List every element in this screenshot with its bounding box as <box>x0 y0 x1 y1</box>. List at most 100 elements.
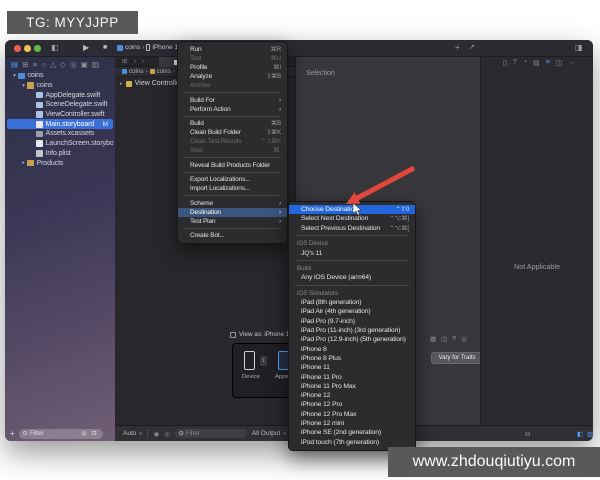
file-row-appdelegate-swift[interactable]: AppDelegate.swift <box>7 90 113 100</box>
disclosure-icon[interactable]: ▸ <box>20 160 27 166</box>
menu-item-test-plan[interactable]: Test Plan › <box>178 217 287 226</box>
file-row-coins[interactable]: ▾ coins <box>7 71 113 81</box>
scheme-selector[interactable]: coins › iPhone 11 <box>117 44 181 51</box>
back-icon[interactable]: ‹ <box>134 57 136 67</box>
resolve-icon[interactable]: ◎ <box>461 335 467 343</box>
submenu-item-ipad-air-4th-generation[interactable]: iPad Air (4th generation) <box>289 307 415 316</box>
breakpoints-toggle-icon[interactable]: ◉ <box>153 430 159 438</box>
submenu-item-select-previous-destination[interactable]: Select Previous Destination ⌃⌥⌘[ <box>289 224 415 233</box>
submenu-item-iphone-8[interactable]: iPhone 8 <box>289 344 415 353</box>
breakpoint-navigator-icon[interactable]: ▣ <box>81 59 88 70</box>
menu-item-perform-action[interactable]: Perform Action › <box>178 105 287 114</box>
run-button[interactable]: ▶ <box>83 44 89 52</box>
file-row-info-plist[interactable]: Info.plist <box>7 149 113 159</box>
submenu-item-jq-s-11[interactable]: JQ's 11 <box>289 248 415 257</box>
vary-for-traits-button[interactable]: Vary for Traits <box>431 352 483 364</box>
debug-filter-input[interactable] <box>185 430 232 437</box>
file-row-coins[interactable]: ▾ coins <box>7 81 113 91</box>
connections-inspector-icon[interactable]: → <box>568 59 575 67</box>
file-row-viewcontroller-swift[interactable]: ViewController.swift <box>7 110 113 120</box>
submenu-item-select-next-destination[interactable]: Select Next Destination ⌃⌥⌘] <box>289 214 415 223</box>
auto-variables-dropdown[interactable]: Auto ∨ <box>123 430 142 437</box>
menu-item-create-bot[interactable]: Create Bot... <box>178 231 287 240</box>
submenu-item-ipad-pro-11-inch-3rd-generation[interactable]: iPad Pro (11-inch) (3rd generation) <box>289 326 415 335</box>
submenu-item-iphone-se-2nd-generation[interactable]: iPhone SE (2nd generation) <box>289 428 415 437</box>
inspector-toggle-icon[interactable]: ◨ <box>575 44 583 52</box>
menu-item-build[interactable]: Build ⌘B <box>178 119 287 128</box>
identity-inspector-icon[interactable]: ▤ <box>533 59 540 67</box>
quick-help-inspector-icon[interactable]: ? <box>513 59 517 67</box>
source-control-navigator-icon[interactable]: ⊞ <box>22 59 28 70</box>
menu-item-run[interactable]: Run ⌘R <box>178 45 287 54</box>
stop-button[interactable]: ■ <box>103 44 107 52</box>
submenu-item-any-ios-device-arm64[interactable]: Any iOS Device (arm64) <box>289 273 415 282</box>
forward-icon[interactable]: › <box>142 57 144 67</box>
all-output-dropdown[interactable]: All Output ∨ <box>252 430 287 437</box>
add-file-button[interactable]: + <box>10 429 15 438</box>
close-window-button[interactable] <box>14 45 21 52</box>
report-navigator-icon[interactable]: ▥ <box>92 59 99 70</box>
issue-navigator-icon[interactable]: △ <box>50 59 56 70</box>
tab-overview-icon[interactable]: ⊞ <box>122 57 127 67</box>
embed-icon[interactable]: ▦ <box>430 335 436 343</box>
chevron-icon: › <box>142 44 145 51</box>
console-area-toggle-icon[interactable]: ▥ <box>587 430 593 438</box>
file-row-main-storyboard[interactable]: Main.storyboard M <box>7 119 113 130</box>
file-row-products[interactable]: ▸ Products <box>7 158 113 168</box>
submenu-item-ipad-pro-12-9-inch-5th-generation[interactable]: iPad Pro (12.9-inch) (5th generation) <box>289 335 415 344</box>
size-inspector-icon[interactable]: ◫ <box>556 59 563 67</box>
disclosure-icon[interactable]: ▾ <box>11 73 18 79</box>
submenu-item-iphone-11-pro[interactable]: iPhone 11 Pro <box>289 372 415 381</box>
menu-item-clean-build-folder[interactable]: Clean Build Folder ⇧⌘K <box>178 128 287 137</box>
menu-item-export-localizations[interactable]: Export Localizations... <box>178 175 287 184</box>
recent-files-filter-icon[interactable]: ◎ <box>81 430 86 437</box>
debug-navigator-icon[interactable]: ◎ <box>70 59 77 70</box>
align-icon[interactable]: ◫ <box>441 335 447 343</box>
device-phone-icon[interactable] <box>244 351 255 370</box>
menu-item-reveal-build-products-folder[interactable]: Reveal Build Products Folder <box>178 161 287 170</box>
code-review-icon[interactable]: ↗ <box>469 44 475 52</box>
menu-item-profile[interactable]: Profile ⌘I <box>178 63 287 72</box>
menu-item-analyze[interactable]: Analyze ⇧⌘B <box>178 72 287 81</box>
symbol-navigator-icon[interactable]: ≡ <box>33 59 37 70</box>
submenu-item-iphone-11-pro-max[interactable]: iPhone 11 Pro Max <box>289 382 415 391</box>
disclosure-icon[interactable]: ▾ <box>20 83 27 89</box>
menu-item-destination[interactable]: Destination › <box>178 207 287 217</box>
submenu-item-iphone-12-mini[interactable]: iPhone 12 mini <box>289 419 415 428</box>
submenu-item-iphone-8-plus[interactable]: iPhone 8 Plus <box>289 354 415 363</box>
pin-icon[interactable]: ≡ <box>452 335 456 343</box>
debug-filter-field[interactable]: ⊙ <box>174 429 247 438</box>
file-row-launchscreen-storyboard[interactable]: LaunchScreen.storyboard <box>7 139 113 149</box>
file-inspector-icon[interactable]: ▯ <box>503 59 507 67</box>
navigator-filter-field[interactable]: ⊙ ◎ ⊡ <box>18 428 103 439</box>
submenu-item-iphone-11[interactable]: iPhone 11 <box>289 363 415 372</box>
console-toggle-icon[interactable]: ◎ <box>164 430 170 438</box>
submenu-item-ipod-touch-7th-generation[interactable]: iPod touch (7th generation) <box>289 437 415 446</box>
submenu-item-iphone-12-pro-max[interactable]: iPhone 12 Pro Max <box>289 410 415 419</box>
submenu-item-choose-destination[interactable]: Choose Destination ⌃⇧0 <box>289 205 415 215</box>
submenu-item-ipad-pro-9-7-inch[interactable]: iPad Pro (9.7-inch) <box>289 317 415 326</box>
menu-item-build-for[interactable]: Build For › <box>178 96 287 105</box>
debug-area-toggle-icon[interactable]: ◧ <box>577 430 583 438</box>
minimize-window-button[interactable] <box>24 45 31 52</box>
navigator-toggle-icon[interactable]: ◧ <box>51 44 59 52</box>
test-navigator-icon[interactable]: ◇ <box>60 59 66 70</box>
project-navigator-icon[interactable]: ▤ <box>11 59 18 70</box>
submenu-item-ipad-8th-generation[interactable]: iPad (8th generation) <box>289 298 415 307</box>
attributes-inspector-icon[interactable]: ≡ <box>546 59 550 67</box>
submenu-item-iphone-12[interactable]: iPhone 12 <box>289 391 415 400</box>
file-row-scenedelegate-swift[interactable]: SceneDelegate.swift <box>7 100 113 110</box>
library-plus-icon[interactable]: + <box>455 44 460 52</box>
submenu-item-iphone-12-pro[interactable]: iPhone 12 Pro <box>289 400 415 409</box>
trash-icon[interactable]: ⊟ <box>525 430 530 438</box>
disclosure-icon[interactable]: ▸ <box>120 81 123 87</box>
find-navigator-icon[interactable]: ○ <box>41 59 46 70</box>
file-row-assets-xcassets[interactable]: Assets.xcassets <box>7 129 113 139</box>
zoom-window-button[interactable] <box>34 45 41 52</box>
source-control-filter-icon[interactable]: ⊡ <box>92 430 97 437</box>
menu-item-scheme[interactable]: Scheme › <box>178 199 287 208</box>
device-stepper[interactable]: ↕ <box>260 356 267 366</box>
menu-item-import-localizations[interactable]: Import Localizations... <box>178 184 287 193</box>
navigator-filter-input[interactable] <box>29 430 76 437</box>
history-inspector-icon[interactable]: ◔ <box>523 59 527 67</box>
